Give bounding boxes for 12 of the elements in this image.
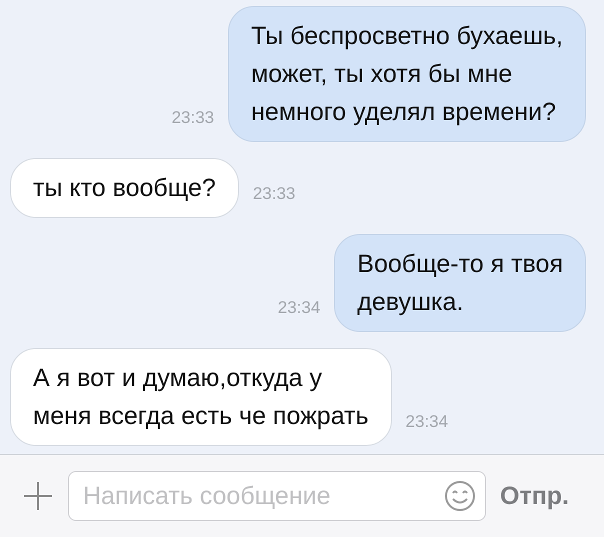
message-time: 23:34 — [406, 412, 448, 433]
message-input[interactable]: Написать сообщение — [68, 471, 486, 521]
message-bubble: А я вот и думаю,откуда у меня всегда есть че пожрать — [10, 348, 392, 446]
send-button[interactable]: Отпр. — [500, 482, 570, 510]
message-time: 23:34 — [278, 298, 320, 319]
message-bubble: Вообще-то я твоя девушка. — [334, 234, 586, 332]
message-time: 23:33 — [172, 108, 214, 129]
smiley-icon[interactable] — [444, 480, 476, 512]
plus-icon[interactable] — [22, 480, 54, 512]
message-time: 23:33 — [252, 184, 296, 205]
message-bubble: Ты беспросветно бухаешь, может, ты хотя бы мне немного уделял времени? — [228, 6, 586, 142]
message-bubble: ты кто вообще? — [10, 158, 239, 218]
